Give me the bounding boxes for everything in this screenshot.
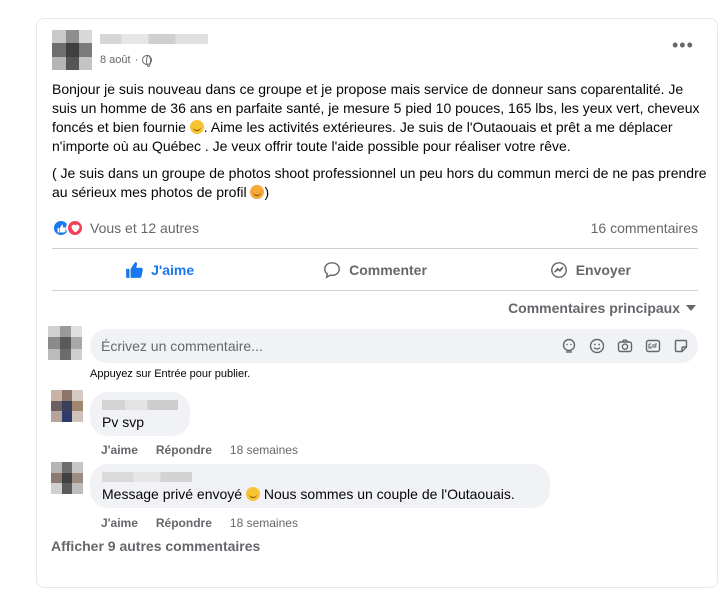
gif-icon[interactable]: [644, 337, 662, 355]
comment-text: Pv svp: [102, 414, 145, 430]
author-avatar[interactable]: [52, 30, 92, 70]
composer-hint: Appuyez sur Entrée pour publier.: [90, 368, 251, 380]
send-button[interactable]: Envoyer: [483, 252, 698, 288]
like-button[interactable]: J'aime: [52, 252, 267, 288]
current-user-avatar[interactable]: [48, 326, 82, 360]
post-paragraph-2: ( Je suis dans un groupe de photos shoot…: [52, 165, 707, 200]
comment-button[interactable]: Commenter: [267, 252, 482, 288]
comment-icon: [324, 262, 341, 279]
comment-reply-button[interactable]: Répondre: [156, 443, 212, 457]
avatar-sticker-icon[interactable]: [560, 337, 578, 355]
comment-like-button[interactable]: J'aime: [101, 516, 138, 530]
comments-count[interactable]: 16 commentaires: [591, 220, 698, 236]
divider: [52, 290, 698, 291]
post-meta: 8 août ·: [100, 54, 153, 67]
comment-meta: J'aime Répondre 18 semaines: [101, 516, 298, 530]
like-label: J'aime: [151, 262, 195, 278]
view-more-comments-link[interactable]: Afficher 9 autres commentaires: [51, 538, 260, 554]
commenter-avatar[interactable]: [51, 390, 83, 422]
composer-tools: [560, 337, 690, 355]
comment-text: Message privé envoyé Nous sommes un coup…: [102, 486, 515, 502]
comment-sort-dropdown[interactable]: Commentaires principaux: [508, 300, 696, 316]
smile-emoji-icon: [189, 120, 204, 134]
love-reaction-icon: [66, 219, 84, 237]
smile-emoji-icon: [245, 487, 260, 501]
sort-label: Commentaires principaux: [508, 300, 680, 316]
thumbs-up-icon: [126, 262, 143, 278]
comment-time[interactable]: 18 semaines: [230, 516, 298, 530]
comment-label: Commenter: [349, 262, 427, 278]
sticker-icon[interactable]: [672, 337, 690, 355]
comment-bubble: Message privé envoyé Nous sommes un coup…: [90, 464, 550, 508]
comment-like-button[interactable]: J'aime: [101, 443, 138, 457]
grin-emoji-icon: [250, 185, 265, 199]
commenter-avatar[interactable]: [51, 462, 83, 494]
chevron-down-icon: [686, 305, 696, 311]
comment-composer[interactable]: [90, 329, 698, 363]
comment-input[interactable]: [101, 338, 541, 354]
messenger-icon: [550, 262, 567, 278]
post-paragraph-1: Bonjour je suis nouveau dans ce groupe e…: [52, 81, 700, 154]
comment-bubble: Pv svp: [90, 392, 190, 436]
globe-icon: [142, 55, 153, 67]
send-label: Envoyer: [575, 262, 631, 278]
comment-meta: J'aime Répondre 18 semaines: [101, 443, 298, 457]
action-bar: J'aime Commenter Envoyer: [52, 252, 698, 288]
divider: [52, 248, 698, 249]
post-body: Bonjour je suis nouveau dans ce groupe e…: [52, 80, 708, 210]
commenter-name-redacted[interactable]: [102, 400, 178, 410]
camera-icon[interactable]: [616, 337, 634, 355]
reactions-summary[interactable]: Vous et 12 autres: [52, 219, 199, 237]
post-date[interactable]: 8 août: [100, 54, 131, 66]
author-name-redacted[interactable]: [100, 34, 208, 44]
commenter-name-redacted[interactable]: [102, 472, 192, 482]
comment-time[interactable]: 18 semaines: [230, 443, 298, 457]
more-dots-icon[interactable]: •••: [672, 36, 694, 54]
reactions-text: Vous et 12 autres: [90, 220, 199, 236]
comment-reply-button[interactable]: Répondre: [156, 516, 212, 530]
emoji-icon[interactable]: [588, 337, 606, 355]
